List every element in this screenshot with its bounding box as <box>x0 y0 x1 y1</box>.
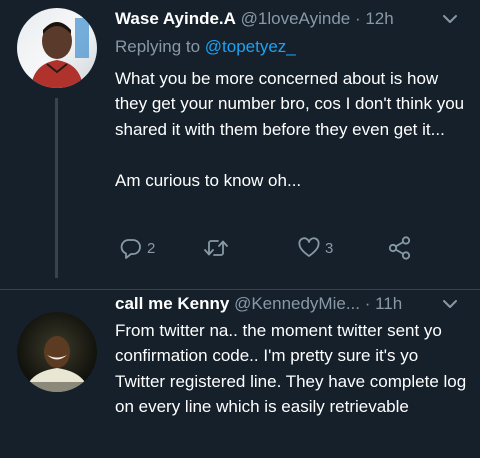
like-button[interactable]: 3 <box>297 232 333 264</box>
username[interactable]: @1loveAyinde <box>241 9 351 28</box>
replying-prefix: Replying to <box>115 37 205 56</box>
tweet-2[interactable]: call me Kenny @KennedyMie... · 11h From … <box>0 290 480 458</box>
reply-button[interactable]: 2 <box>119 232 155 264</box>
display-name[interactable]: Wase Ayinde.A <box>115 9 236 28</box>
tweet-actions: 2 3 <box>115 232 455 264</box>
reply-icon <box>120 239 141 259</box>
avatar[interactable] <box>17 312 97 392</box>
tweet-header: call me Kenny @KennedyMie... · 11h <box>115 292 468 316</box>
tweet-text: What you be more concerned about is how … <box>115 69 465 190</box>
username[interactable]: @KennedyMie... <box>234 294 360 313</box>
retweet-button[interactable] <box>203 232 233 264</box>
replying-to-link[interactable]: @topetyez_ <box>205 37 296 56</box>
reply-count: 2 <box>147 239 156 257</box>
tweet-header: Wase Ayinde.A @1loveAyinde · 12h <box>115 7 468 31</box>
chevron-down-icon[interactable] <box>442 13 458 25</box>
retweet-icon <box>204 240 228 256</box>
timestamp[interactable]: 12h <box>365 9 393 28</box>
separator-dot: · <box>350 9 366 28</box>
chevron-down-icon[interactable] <box>442 298 458 310</box>
heart-icon <box>298 237 320 257</box>
like-count: 3 <box>325 239 334 257</box>
separator-dot: · <box>360 294 376 313</box>
share-icon <box>388 236 411 260</box>
thread-line <box>55 98 58 278</box>
replying-to: Replying to @topetyez_ <box>115 35 296 59</box>
tweet-text: From twitter na.. the moment twitter sen… <box>115 321 471 417</box>
timestamp[interactable]: 11h <box>375 294 402 313</box>
tweet-1[interactable]: Wase Ayinde.A @1loveAyinde · 12h Replyin… <box>0 0 480 290</box>
avatar[interactable] <box>17 8 97 88</box>
display-name[interactable]: call me Kenny <box>115 294 229 313</box>
share-button[interactable] <box>387 232 413 264</box>
